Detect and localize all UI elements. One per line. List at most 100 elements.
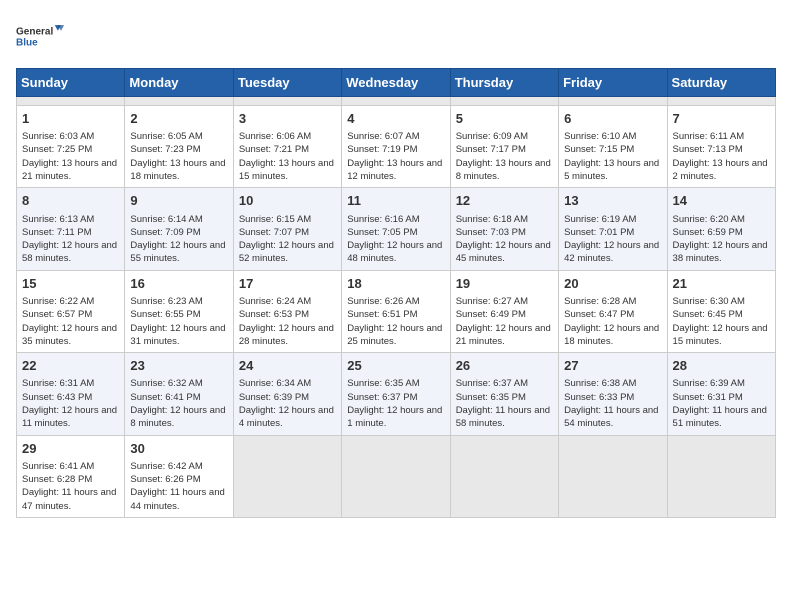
calendar-week-row: 1Sunrise: 6:03 AMSunset: 7:25 PMDaylight… (17, 106, 776, 188)
calendar-cell: 12Sunrise: 6:18 AMSunset: 7:03 PMDayligh… (450, 188, 558, 270)
sunrise-label: Sunrise: 6:16 AM (347, 214, 419, 225)
sunset-label: Sunset: 6:31 PM (673, 392, 743, 403)
sunrise-label: Sunrise: 6:13 AM (22, 214, 94, 225)
sunset-label: Sunset: 7:17 PM (456, 144, 526, 155)
day-info: Sunrise: 6:11 AMSunset: 7:13 PMDaylight:… (673, 130, 770, 183)
calendar-week-row: 8 Sunrise: 6:13 AM Sunset: 7:11 PM Daylight… (17, 188, 776, 270)
sunset-label: Sunset: 6:45 PM (673, 309, 743, 320)
weekday-header-wednesday: Wednesday (342, 69, 450, 97)
day-info: Sunrise: 6:31 AMSunset: 6:43 PMDaylight:… (22, 377, 119, 430)
day-info: Sunrise: 6:38 AMSunset: 6:33 PMDaylight:… (564, 377, 661, 430)
calendar-cell: 24Sunrise: 6:34 AMSunset: 6:39 PMDayligh… (233, 353, 341, 435)
sunset-label: Sunset: 6:41 PM (130, 392, 200, 403)
daylight-label: Daylight: 12 hours and 8 minutes. (130, 405, 225, 429)
sunset-label: Sunset: 6:33 PM (564, 392, 634, 403)
calendar-table: SundayMondayTuesdayWednesdayThursdayFrid… (16, 68, 776, 518)
sunset-label: Sunset: 6:59 PM (673, 227, 743, 238)
sunset-label: Sunset: 7:23 PM (130, 144, 200, 155)
daylight-label: Daylight: 12 hours and 1 minute. (347, 405, 442, 429)
daylight-label: Daylight: 12 hours and 18 minutes. (564, 323, 659, 347)
calendar-cell: 5Sunrise: 6:09 AMSunset: 7:17 PMDaylight… (450, 106, 558, 188)
day-info: Sunrise: 6:32 AM Sunset: 6:41 PM Daylight:… (130, 377, 227, 430)
sunrise-label: Sunrise: 6:15 AM (239, 214, 311, 225)
daylight-label: Daylight: 12 hours and 48 minutes. (347, 240, 442, 264)
daylight-label: Daylight: 12 hours and 38 minutes. (673, 240, 768, 264)
day-number: 27 (564, 357, 661, 375)
day-number: 26 (456, 357, 553, 375)
calendar-cell: 6Sunrise: 6:10 AMSunset: 7:15 PMDaylight… (559, 106, 667, 188)
day-number: 17 (239, 275, 336, 293)
day-info: Sunrise: 6:14 AMSunset: 7:09 PMDaylight:… (130, 213, 227, 266)
day-number: 22 (22, 357, 119, 375)
sunrise-label: Sunrise: 6:27 AM (456, 296, 528, 307)
daylight-label: Daylight: 13 hours and 8 minutes. (456, 158, 551, 182)
day-info: Sunrise: 6:37 AMSunset: 6:35 PMDaylight:… (456, 377, 553, 430)
day-number: 10 (239, 192, 336, 210)
sunset-label: Sunset: 7:21 PM (239, 144, 309, 155)
sunrise-label: Sunrise: 6:23 AM (130, 296, 202, 307)
day-number: 9 (130, 192, 227, 210)
weekday-header-monday: Monday (125, 69, 233, 97)
sunset-label: Sunset: 7:19 PM (347, 144, 417, 155)
calendar-body: 1Sunrise: 6:03 AMSunset: 7:25 PMDaylight… (17, 97, 776, 518)
day-info: Sunrise: 6:07 AMSunset: 7:19 PMDaylight:… (347, 130, 444, 183)
daylight-label: Daylight: 13 hours and 12 minutes. (347, 158, 442, 182)
day-info: Sunrise: 6:28 AMSunset: 6:47 PMDaylight:… (564, 295, 661, 348)
sunrise-label: Sunrise: 6:38 AM (564, 378, 636, 389)
sunset-label: Sunset: 7:11 PM (22, 227, 92, 238)
calendar-cell (342, 435, 450, 517)
calendar-cell: 3Sunrise: 6:06 AMSunset: 7:21 PMDaylight… (233, 106, 341, 188)
weekday-header-thursday: Thursday (450, 69, 558, 97)
svg-text:Blue: Blue (16, 38, 38, 49)
sunrise-label: Sunrise: 6:24 AM (239, 296, 311, 307)
daylight-label: Daylight: 11 hours and 44 minutes. (130, 487, 224, 511)
calendar-cell: 18Sunrise: 6:26 AMSunset: 6:51 PMDayligh… (342, 270, 450, 352)
day-info: Sunrise: 6:19 AMSunset: 7:01 PMDaylight:… (564, 213, 661, 266)
logo: General Blue (16, 16, 66, 56)
daylight-label: Daylight: 12 hours and 52 minutes. (239, 240, 334, 264)
calendar-cell: 15Sunrise: 6:22 AMSunset: 6:57 PMDayligh… (17, 270, 125, 352)
sunrise-label: Sunrise: 6:10 AM (564, 131, 636, 142)
calendar-cell: 11Sunrise: 6:16 AMSunset: 7:05 PMDayligh… (342, 188, 450, 270)
svg-text:General: General (16, 26, 53, 37)
day-number: 11 (347, 192, 444, 210)
day-info: Sunrise: 6:18 AMSunset: 7:03 PMDaylight:… (456, 213, 553, 266)
daylight-label: Daylight: 12 hours and 15 minutes. (673, 323, 768, 347)
sunset-label: Sunset: 6:37 PM (347, 392, 417, 403)
daylight-label: Daylight: 12 hours and 31 minutes. (130, 323, 225, 347)
day-number: 20 (564, 275, 661, 293)
day-number: 1 (22, 110, 119, 128)
day-info: Sunrise: 6:10 AMSunset: 7:15 PMDaylight:… (564, 130, 661, 183)
sunrise-label: Sunrise: 6:05 AM (130, 131, 202, 142)
sunset-label: Sunset: 6:35 PM (456, 392, 526, 403)
calendar-cell: 26 Sunrise: 6:37 AMSunset: 6:35 PMDayligh… (450, 353, 558, 435)
daylight-label: Daylight: 12 hours and 11 minutes. (22, 405, 117, 429)
day-number: 2 (130, 110, 227, 128)
calendar-cell: 23Sunrise: 6:32 AMSunset: 6:41 PMDayligh… (125, 353, 233, 435)
calendar-cell: 10 Sunrise: 6:15 AM Sunset: 7:07 PM Dayligh… (233, 188, 341, 270)
sunrise-label: Sunrise: 6:18 AM (456, 214, 528, 225)
day-info: Sunrise: 6:05 AMSunset: 7:23 PMDaylight:… (130, 130, 227, 183)
day-number: 8 (22, 192, 119, 210)
sunrise-label: Sunrise: 6:03 AM (22, 131, 94, 142)
day-info: Sunrise: 6:13 AM Sunset: 7:11 PM Daylight:… (22, 213, 119, 266)
day-number: 7 (673, 110, 770, 128)
sunset-label: Sunset: 6:57 PM (22, 309, 92, 320)
calendar-cell (667, 435, 775, 517)
daylight-label: Daylight: 12 hours and 58 minutes. (22, 240, 117, 264)
calendar-cell (559, 97, 667, 106)
sunrise-label: Sunrise: 6:20 AM (673, 214, 745, 225)
calendar-week-row (17, 97, 776, 106)
sunset-label: Sunset: 6:47 PM (564, 309, 634, 320)
sunset-label: Sunset: 7:07 PM (239, 227, 309, 238)
day-info: Sunrise: 6:23 AMSunset: 6:55 PMDaylight:… (130, 295, 227, 348)
day-number: 21 (673, 275, 770, 293)
calendar-cell: 19Sunrise: 6:27 AMSunset: 6:49 PMDayligh… (450, 270, 558, 352)
sunset-label: Sunset: 7:13 PM (673, 144, 743, 155)
day-number: 30 (130, 440, 227, 458)
sunrise-label: Sunrise: 6:14 AM (130, 214, 202, 225)
calendar-cell: 16Sunrise: 6:23 AMSunset: 6:55 PMDayligh… (125, 270, 233, 352)
sunrise-label: Sunrise: 6:32 AM (130, 378, 202, 389)
day-info: Sunrise: 6:41 AMSunset: 6:28 PMDaylight:… (22, 460, 119, 513)
calendar-cell (17, 97, 125, 106)
